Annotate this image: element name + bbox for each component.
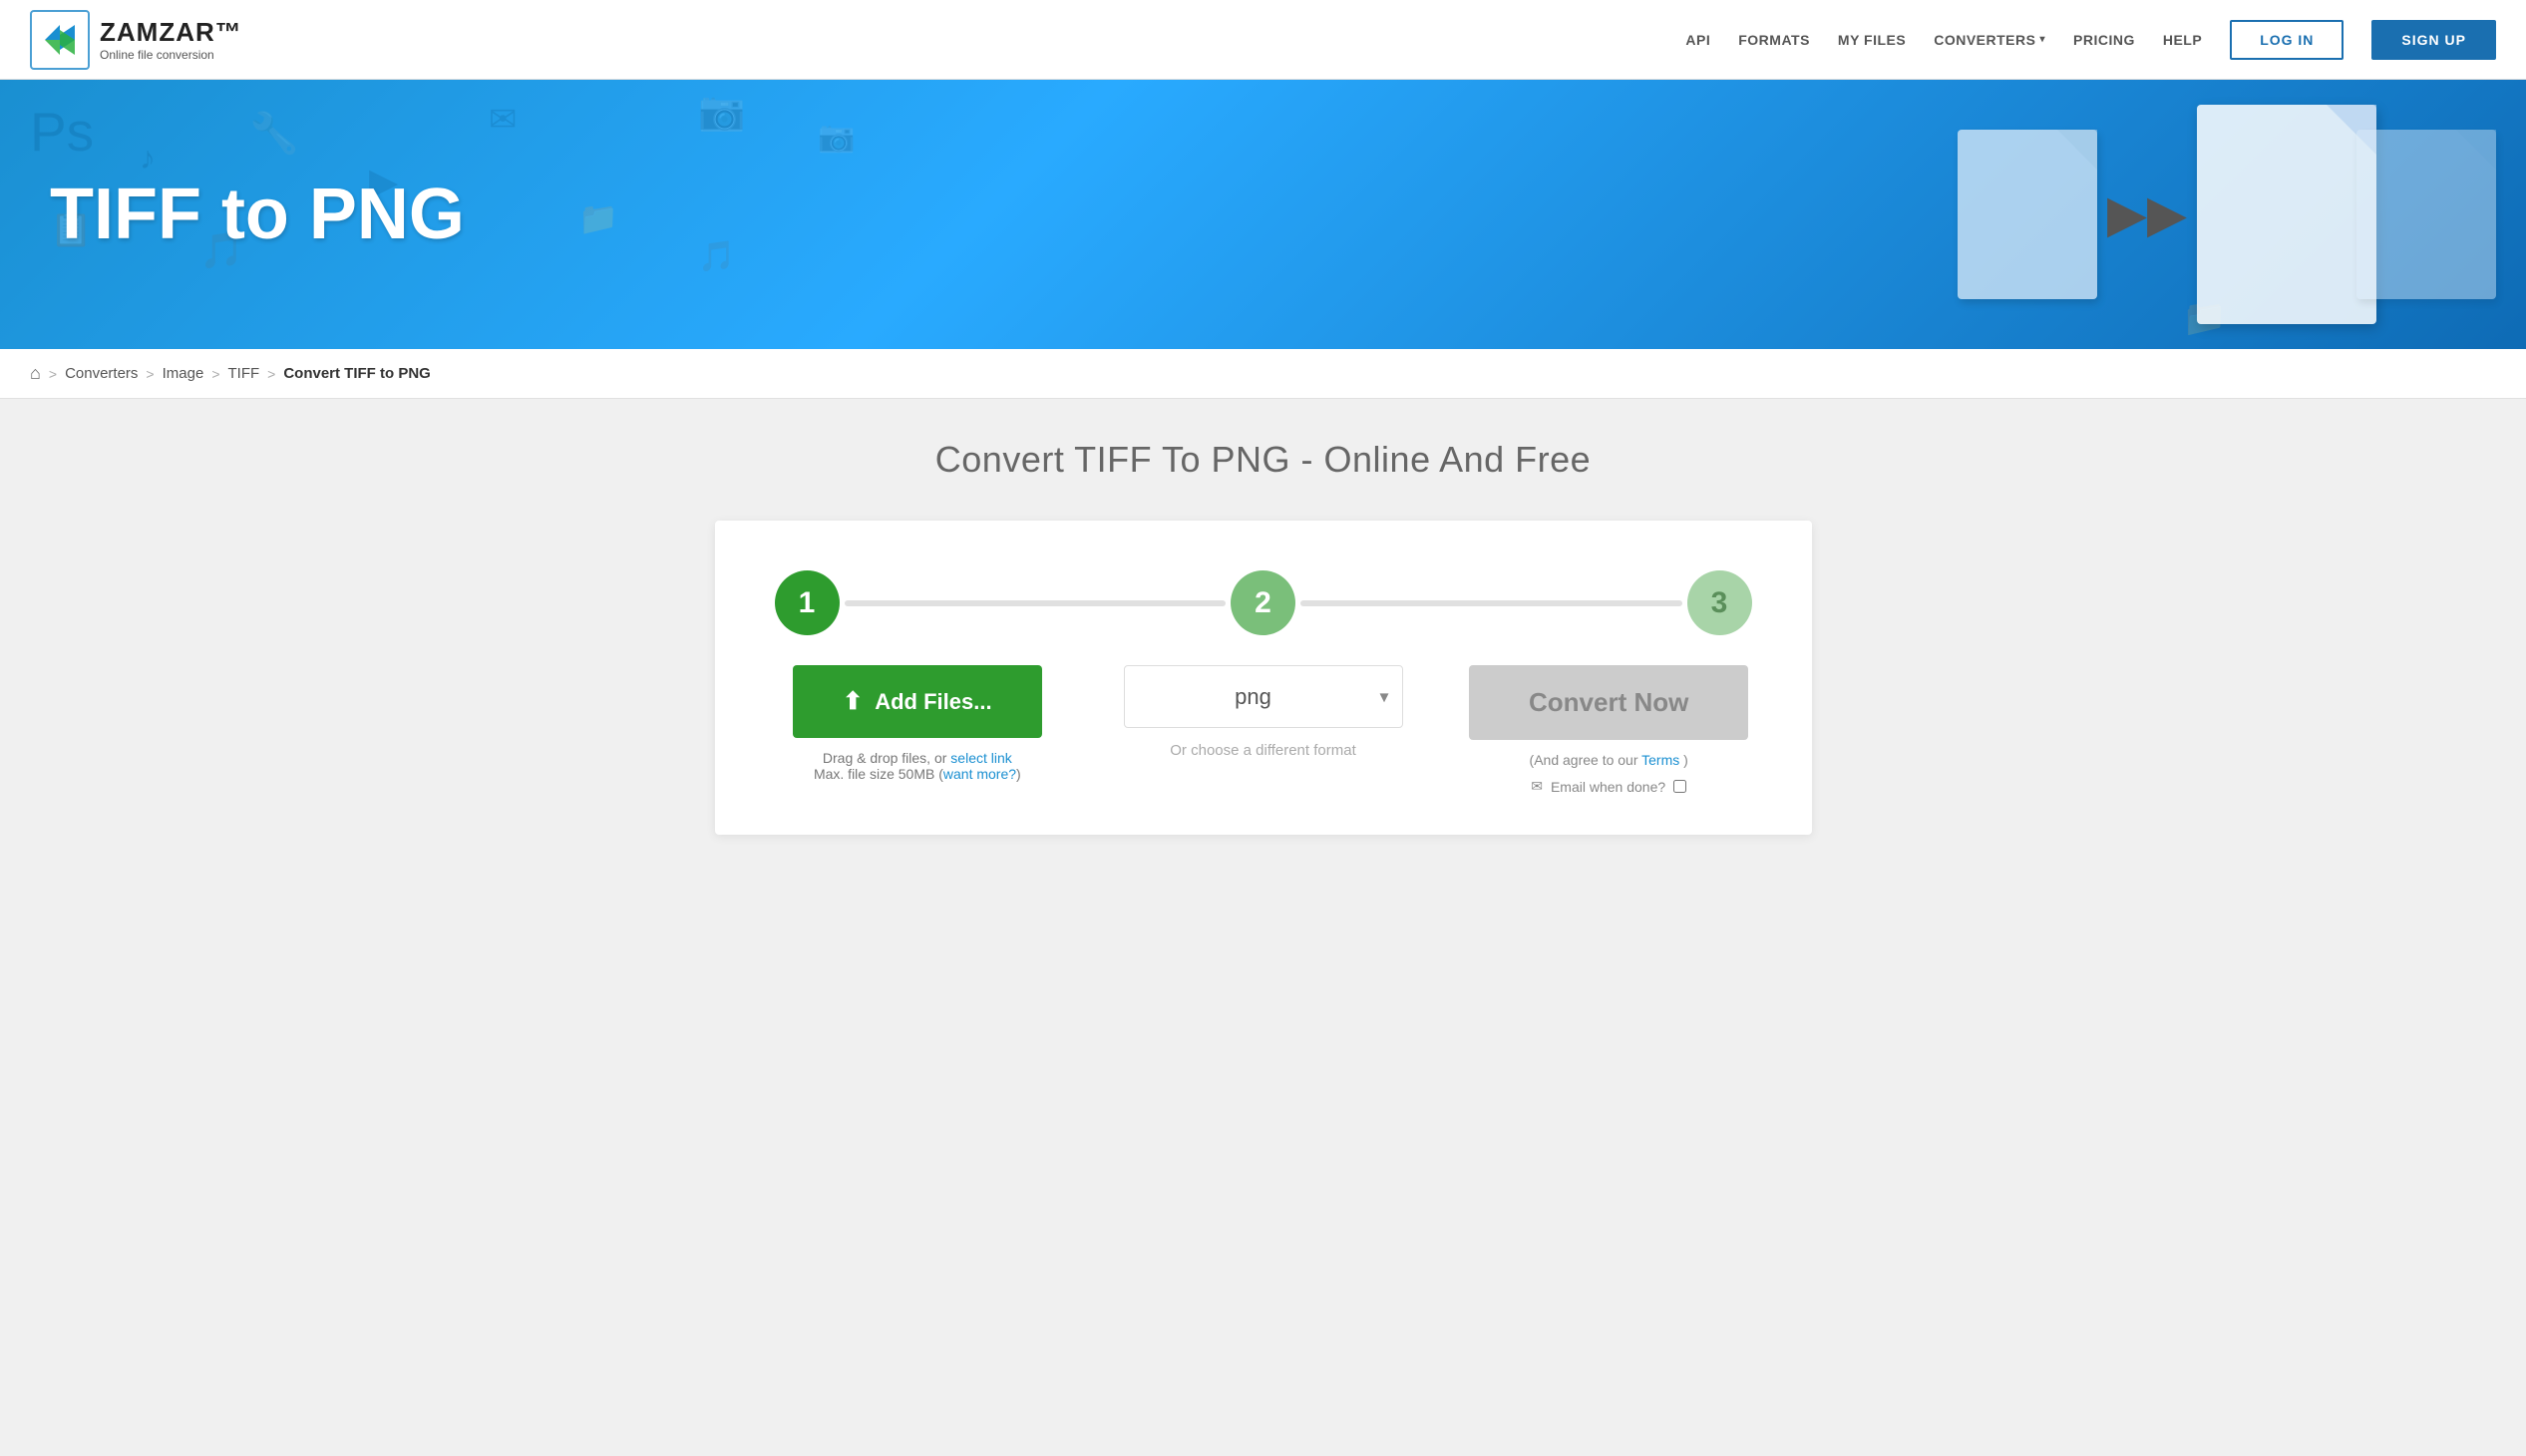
site-header: ZAMZAR™ Online file conversion API FORMA… [0,0,2526,80]
step-3-col: Convert Now (And agree to our Terms ) ✉ … [1446,665,1772,795]
step-line-1 [845,600,1227,606]
email-row: ✉ Email when done? [1531,778,1686,795]
nav-help[interactable]: HELP [2163,32,2202,48]
source-file-icon [1958,130,2097,299]
hero-title: TIFF to PNG [50,174,465,255]
convert-agree-text: (And agree to our Terms ) [1530,752,1688,768]
step-2-col: png jpg gif bmp tiff webp pdf ▾ Or choos… [1100,665,1426,759]
actions-row: ⬆ Add Files... Drag & drop files, or sel… [755,665,1772,795]
target-file-icon [2197,105,2376,324]
converters-dropdown-icon: ▾ [2039,34,2045,45]
hero-banner: Ps ♪ 🔧 ▶ ✉ 📋 🎵 📷 📁 📷 🎵 📁 TIFF to PNG ▶▶ [0,80,2526,349]
third-file-icon [2356,130,2496,299]
breadcrumb-converters[interactable]: Converters [65,365,138,382]
logo-link[interactable]: ZAMZAR™ Online file conversion [30,10,242,70]
add-files-label: Add Files... [875,689,991,715]
breadcrumb-sep-1: > [49,366,57,382]
format-select-wrap: png jpg gif bmp tiff webp pdf ▾ [1124,665,1403,728]
steps-row: 1 2 3 [755,570,1772,635]
nav-converters[interactable]: CONVERTERS ▾ [1934,32,2045,48]
email-checkbox[interactable] [1673,780,1686,793]
format-select[interactable]: png jpg gif bmp tiff webp pdf [1124,665,1403,728]
breadcrumb-sep-4: > [267,366,275,382]
logo-text: ZAMZAR™ Online file conversion [100,17,242,62]
select-link[interactable]: select link [950,750,1011,766]
nav-my-files[interactable]: MY FILES [1838,32,1906,48]
breadcrumb-sep-3: > [211,366,219,382]
breadcrumb-tiff[interactable]: TIFF [228,365,260,382]
step-line-2 [1300,600,1682,606]
signup-button[interactable]: SIGN UP [2371,20,2496,60]
convert-now-button[interactable]: Convert Now [1469,665,1748,740]
main-content: Convert TIFF To PNG - Online And Free 1 … [665,399,1862,875]
login-button[interactable]: LOG IN [2230,20,2344,60]
breadcrumb-current: Convert TIFF to PNG [283,365,431,382]
breadcrumb-home-icon[interactable]: ⌂ [30,363,41,384]
want-more-link[interactable]: want more? [943,766,1016,782]
breadcrumb: ⌂ > Converters > Image > TIFF > Convert … [0,349,2526,399]
email-label: Email when done? [1551,779,1665,795]
drop-hint: Drag & drop files, or select link Max. f… [814,750,1021,782]
page-heading: Convert TIFF To PNG - Online And Free [685,439,1842,481]
step-3-circle: 3 [1687,570,1752,635]
nav-api[interactable]: API [1685,32,1710,48]
add-files-button[interactable]: ⬆ Add Files... [793,665,1041,738]
terms-link[interactable]: Terms [1641,752,1679,768]
step-2-circle: 2 [1231,570,1295,635]
email-icon: ✉ [1531,778,1543,795]
breadcrumb-image[interactable]: Image [163,365,204,382]
logo-icon [30,10,90,70]
converter-box: 1 2 3 ⬆ Add Files... Drag & drop files, … [715,521,1812,835]
step-1-col: ⬆ Add Files... Drag & drop files, or sel… [755,665,1081,782]
main-nav: API FORMATS MY FILES CONVERTERS ▾ PRICIN… [1685,20,2496,60]
hero-file-icons: ▶▶ [1928,80,2526,349]
breadcrumb-sep-2: > [146,366,154,382]
convert-arrows-icon: ▶▶ [2107,184,2187,244]
upload-icon: ⬆ [843,687,863,716]
nav-formats[interactable]: FORMATS [1738,32,1810,48]
format-hint: Or choose a different format [1170,742,1355,759]
nav-pricing[interactable]: PRICING [2073,32,2135,48]
step-1-circle: 1 [775,570,840,635]
